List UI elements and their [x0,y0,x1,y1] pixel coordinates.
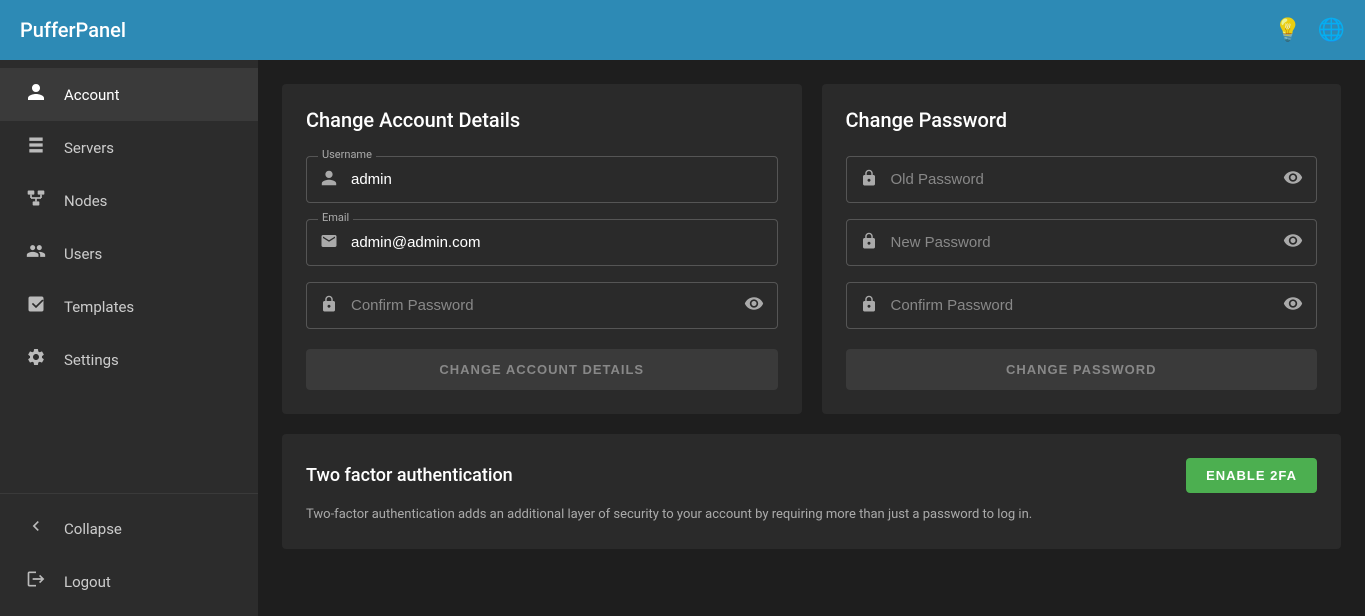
logout-icon [24,569,48,594]
two-factor-title: Two factor authentication [306,465,513,486]
new-password-input[interactable] [846,219,1318,266]
password-confirm-eye-icon[interactable] [1283,293,1303,318]
email-input[interactable] [306,219,778,266]
two-factor-description: Two-factor authentication adds an additi… [306,505,1317,525]
topbar-icons: 💡 🌐 [1274,18,1345,43]
templates-icon [24,294,48,319]
account-confirm-password-wrapper [306,282,778,329]
sidebar-collapse-label: Collapse [64,520,122,538]
two-factor-card: Two factor authentication ENABLE 2FA Two… [282,434,1341,549]
change-account-title: Change Account Details [306,108,778,132]
two-factor-header: Two factor authentication ENABLE 2FA [306,458,1317,493]
password-fields: CHANGE PASSWORD [846,156,1318,390]
collapse-icon [24,516,48,541]
email-icon [320,232,338,254]
email-label: Email [318,211,353,224]
sidebar-item-servers-label: Servers [64,139,114,157]
sidebar-item-settings[interactable]: Settings [0,333,258,386]
password-confirm-wrapper [846,282,1318,329]
main-content: Change Account Details Username Email [258,60,1365,616]
new-password-wrapper [846,219,1318,266]
nodes-icon [24,188,48,213]
globe-icon[interactable]: 🌐 [1318,18,1345,43]
sidebar-item-logout[interactable]: Logout [0,555,258,608]
change-password-card: Change Password [822,84,1342,414]
sidebar-item-nodes-label: Nodes [64,192,107,210]
sidebar-item-templates-label: Templates [64,298,134,316]
cards-row: Change Account Details Username Email [282,84,1341,414]
new-password-lock-icon [860,232,878,254]
users-icon [24,241,48,266]
sidebar-item-account-label: Account [64,86,120,104]
account-fields: Username Email [306,156,778,390]
old-password-eye-icon[interactable] [1283,167,1303,192]
sidebar-nav: Account Servers Nodes Users [0,60,258,493]
account-confirm-eye-icon[interactable] [744,293,764,318]
email-field-wrapper: Email [306,219,778,266]
person-icon [24,82,48,107]
change-password-title: Change Password [846,108,1318,132]
lightbulb-icon[interactable]: 💡 [1274,18,1301,43]
change-password-button[interactable]: CHANGE PASSWORD [846,349,1318,390]
sidebar-item-servers[interactable]: Servers [0,121,258,174]
new-password-eye-icon[interactable] [1283,230,1303,255]
servers-icon [24,135,48,160]
sidebar-item-users[interactable]: Users [0,227,258,280]
username-person-icon [320,169,338,191]
sidebar: Account Servers Nodes Users [0,60,258,616]
password-confirm-lock-icon [860,295,878,317]
username-field-wrapper: Username [306,156,778,203]
topbar: PufferPanel 💡 🌐 [0,0,1365,60]
account-confirm-password-input[interactable] [306,282,778,329]
layout: Account Servers Nodes Users [0,60,1365,616]
sidebar-item-account[interactable]: Account [0,68,258,121]
old-password-wrapper [846,156,1318,203]
username-label: Username [318,148,376,161]
enable-2fa-button[interactable]: ENABLE 2FA [1186,458,1317,493]
sidebar-item-nodes[interactable]: Nodes [0,174,258,227]
username-input[interactable] [306,156,778,203]
sidebar-item-collapse[interactable]: Collapse [0,502,258,555]
password-confirm-input[interactable] [846,282,1318,329]
sidebar-item-users-label: Users [64,245,102,263]
change-account-card: Change Account Details Username Email [282,84,802,414]
sidebar-logout-label: Logout [64,573,111,591]
change-account-button[interactable]: CHANGE ACCOUNT DETAILS [306,349,778,390]
sidebar-item-settings-label: Settings [64,351,119,369]
old-password-input[interactable] [846,156,1318,203]
account-confirm-lock-icon [320,295,338,317]
app-title: PufferPanel [20,18,126,42]
old-password-lock-icon [860,169,878,191]
settings-icon [24,347,48,372]
sidebar-item-templates[interactable]: Templates [0,280,258,333]
sidebar-bottom: Collapse Logout [0,493,258,616]
